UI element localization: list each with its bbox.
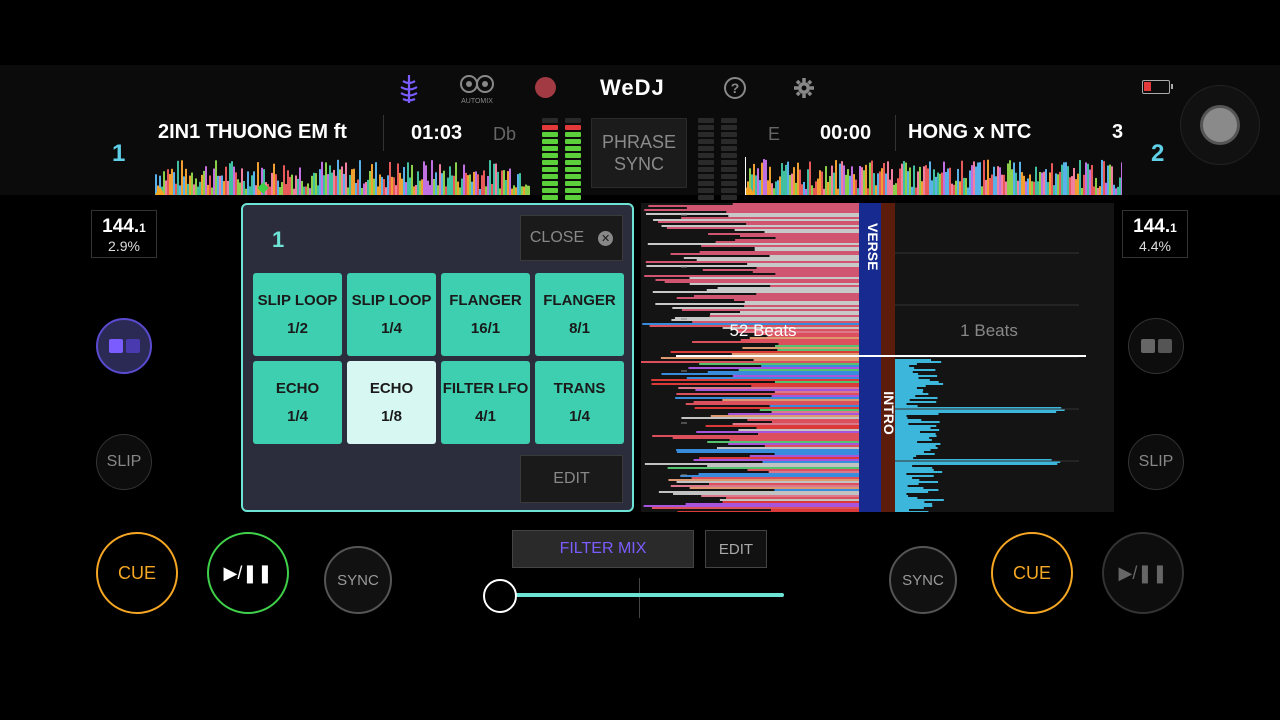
automix-icon <box>460 75 494 93</box>
deck2-play-pause-button[interactable]: ▶/❚❚ <box>1102 532 1184 614</box>
deck1-slip-button[interactable]: SLIP <box>96 434 152 490</box>
deck2-sync-button[interactable]: SYNC <box>889 546 957 614</box>
fx-pad-name: FLANGER <box>449 291 522 309</box>
playhead-line <box>676 355 1086 357</box>
deck2-time: 00:00 <box>820 122 872 144</box>
fx-pad[interactable]: TRANS 1/4 <box>535 361 624 444</box>
fx-pad-value: 1/8 <box>381 407 402 425</box>
fx-pad[interactable]: FLANGER 16/1 <box>441 273 530 356</box>
deck2-pitch: 4.4% <box>1139 238 1171 254</box>
pads-icon <box>1140 339 1172 353</box>
deck2-number: 2 <box>1151 140 1165 167</box>
fx-pad-value: 1/4 <box>569 407 590 425</box>
deck1-level-meter <box>542 118 558 200</box>
app-logo: WeDJ <box>600 75 665 100</box>
crossfader-center-mark <box>639 578 640 618</box>
deck1-key: Db <box>493 124 517 144</box>
fx-pad-name: SLIP LOOP <box>257 291 338 309</box>
deck1-fx-toggle[interactable] <box>96 318 152 374</box>
deck2-cue-button[interactable]: CUE <box>991 532 1073 614</box>
deck2-fx-toggle[interactable] <box>1128 318 1184 374</box>
deck1-play-pause-button[interactable]: ▶/❚❚ <box>207 532 289 614</box>
deck1-beats-label: 52 Beats <box>729 321 797 340</box>
deck1-sync-button[interactable]: SYNC <box>324 546 392 614</box>
fx-pad[interactable]: SLIP LOOP 1/4 <box>347 273 436 356</box>
waveform-icon[interactable] <box>396 73 422 105</box>
fx-close-button[interactable]: CLOSE ✕ <box>520 215 623 261</box>
deck1-bpm-frac: 1 <box>139 221 146 235</box>
fx-pad[interactable]: FLANGER 8/1 <box>535 273 624 356</box>
fx-pad-value: 1/4 <box>287 407 308 425</box>
deck2-level-meter-r <box>721 118 737 200</box>
fx-pad[interactable]: FILTER LFO 4/1 <box>441 361 530 444</box>
deck2-phrase-bar <box>881 203 895 512</box>
phrase-sync-button[interactable]: PHRASE SYNC <box>591 118 687 188</box>
deck1-time: 01:03 <box>411 122 463 144</box>
deck2-phrase-label: INTRO <box>881 391 897 435</box>
battery-icon <box>1142 80 1173 94</box>
fx-pad-name: ECHO <box>275 379 320 397</box>
fx-pad[interactable]: ECHO 1/4 <box>253 361 342 444</box>
record-button[interactable] <box>535 77 556 98</box>
deck1-pitch: 2.9% <box>108 238 140 254</box>
deck2-bpm-frac: 1 <box>1170 221 1177 235</box>
fx-pad-name: SLIP LOOP <box>351 291 432 309</box>
deck2-bpm-display[interactable]: 144.1 4.4% <box>1122 210 1188 258</box>
automix-button[interactable]: AUTOMIX <box>456 73 498 109</box>
jog-wheel[interactable] <box>1180 85 1260 165</box>
deck1-phrase-label: VERSE <box>865 223 881 271</box>
crossfader-track[interactable] <box>500 593 784 597</box>
fx-edit-button[interactable]: EDIT <box>520 455 623 503</box>
phrase-sync-line2: SYNC <box>613 154 664 174</box>
filter-mix-edit-button[interactable]: EDIT <box>705 530 767 568</box>
deck2-title: HONG x NTC <box>908 121 1032 143</box>
deck1-level-meter-r <box>565 118 581 200</box>
fx-pad[interactable]: SLIP LOOP 1/2 <box>253 273 342 356</box>
fx-pad-value: 8/1 <box>569 319 590 337</box>
fx-pad[interactable]: ECHO 1/8 <box>347 361 436 444</box>
fx-pad-value: 1/2 <box>287 319 308 337</box>
divider <box>895 115 896 151</box>
deck1-number: 1 <box>112 140 126 167</box>
settings-icon[interactable] <box>792 76 816 100</box>
deck2-level-meter <box>698 118 714 200</box>
crossfader-handle[interactable] <box>483 579 517 613</box>
fx-pad-panel: 1 CLOSE ✕ SLIP LOOP 1/2 SLIP LOOP 1/4 FLANGE… <box>241 203 634 512</box>
deck2-slip-button[interactable]: SLIP <box>1128 434 1184 490</box>
close-icon: ✕ <box>598 230 614 246</box>
deck1-bpm: 144. <box>102 216 140 237</box>
divider <box>383 115 384 151</box>
fx-panel-deck-number: 1 <box>272 227 285 252</box>
deck1-cue-button[interactable]: CUE <box>96 532 178 614</box>
fx-pad-name: FILTER LFO <box>442 379 529 397</box>
fx-pad-grid: SLIP LOOP 1/2 SLIP LOOP 1/4 FLANGER 16/1 FLANG… <box>253 273 624 445</box>
filter-mix-button[interactable]: FILTER MIX <box>512 530 694 568</box>
top-bar: AUTOMIX WeDJ ? 1 2 2IN1 THUONG EM ft 01:… <box>0 65 1280 200</box>
deck2-title-overflow: 3 <box>1112 121 1124 143</box>
close-label: CLOSE <box>529 229 585 246</box>
pads-icon <box>108 339 140 353</box>
deck2-overview-waveform[interactable] <box>745 157 1122 195</box>
waveform-view[interactable]: 52 Beats 1 Beats VERSE INTRO <box>641 203 1114 512</box>
fx-pad-value: 1/4 <box>381 319 402 337</box>
deck1-title: 2IN1 THUONG EM ft <box>158 121 347 143</box>
deck2-beats-label: 1 Beats <box>960 321 1018 340</box>
deck1-overview-waveform[interactable] <box>155 157 530 195</box>
fx-pad-name: ECHO <box>369 379 414 397</box>
fx-pad-value: 4/1 <box>475 407 496 425</box>
fx-pad-name: FLANGER <box>543 291 616 309</box>
phrase-sync-line1: PHRASE <box>601 132 677 152</box>
deck2-key: E <box>768 124 781 144</box>
help-icon[interactable]: ? <box>724 77 746 99</box>
fx-pad-value: 16/1 <box>470 319 501 337</box>
deck1-bpm-display[interactable]: 144.1 2.9% <box>91 210 157 258</box>
deck2-bpm: 144. <box>1133 216 1171 237</box>
automix-label: AUTOMIX <box>461 98 493 105</box>
fx-pad-name: TRANS <box>553 379 606 397</box>
